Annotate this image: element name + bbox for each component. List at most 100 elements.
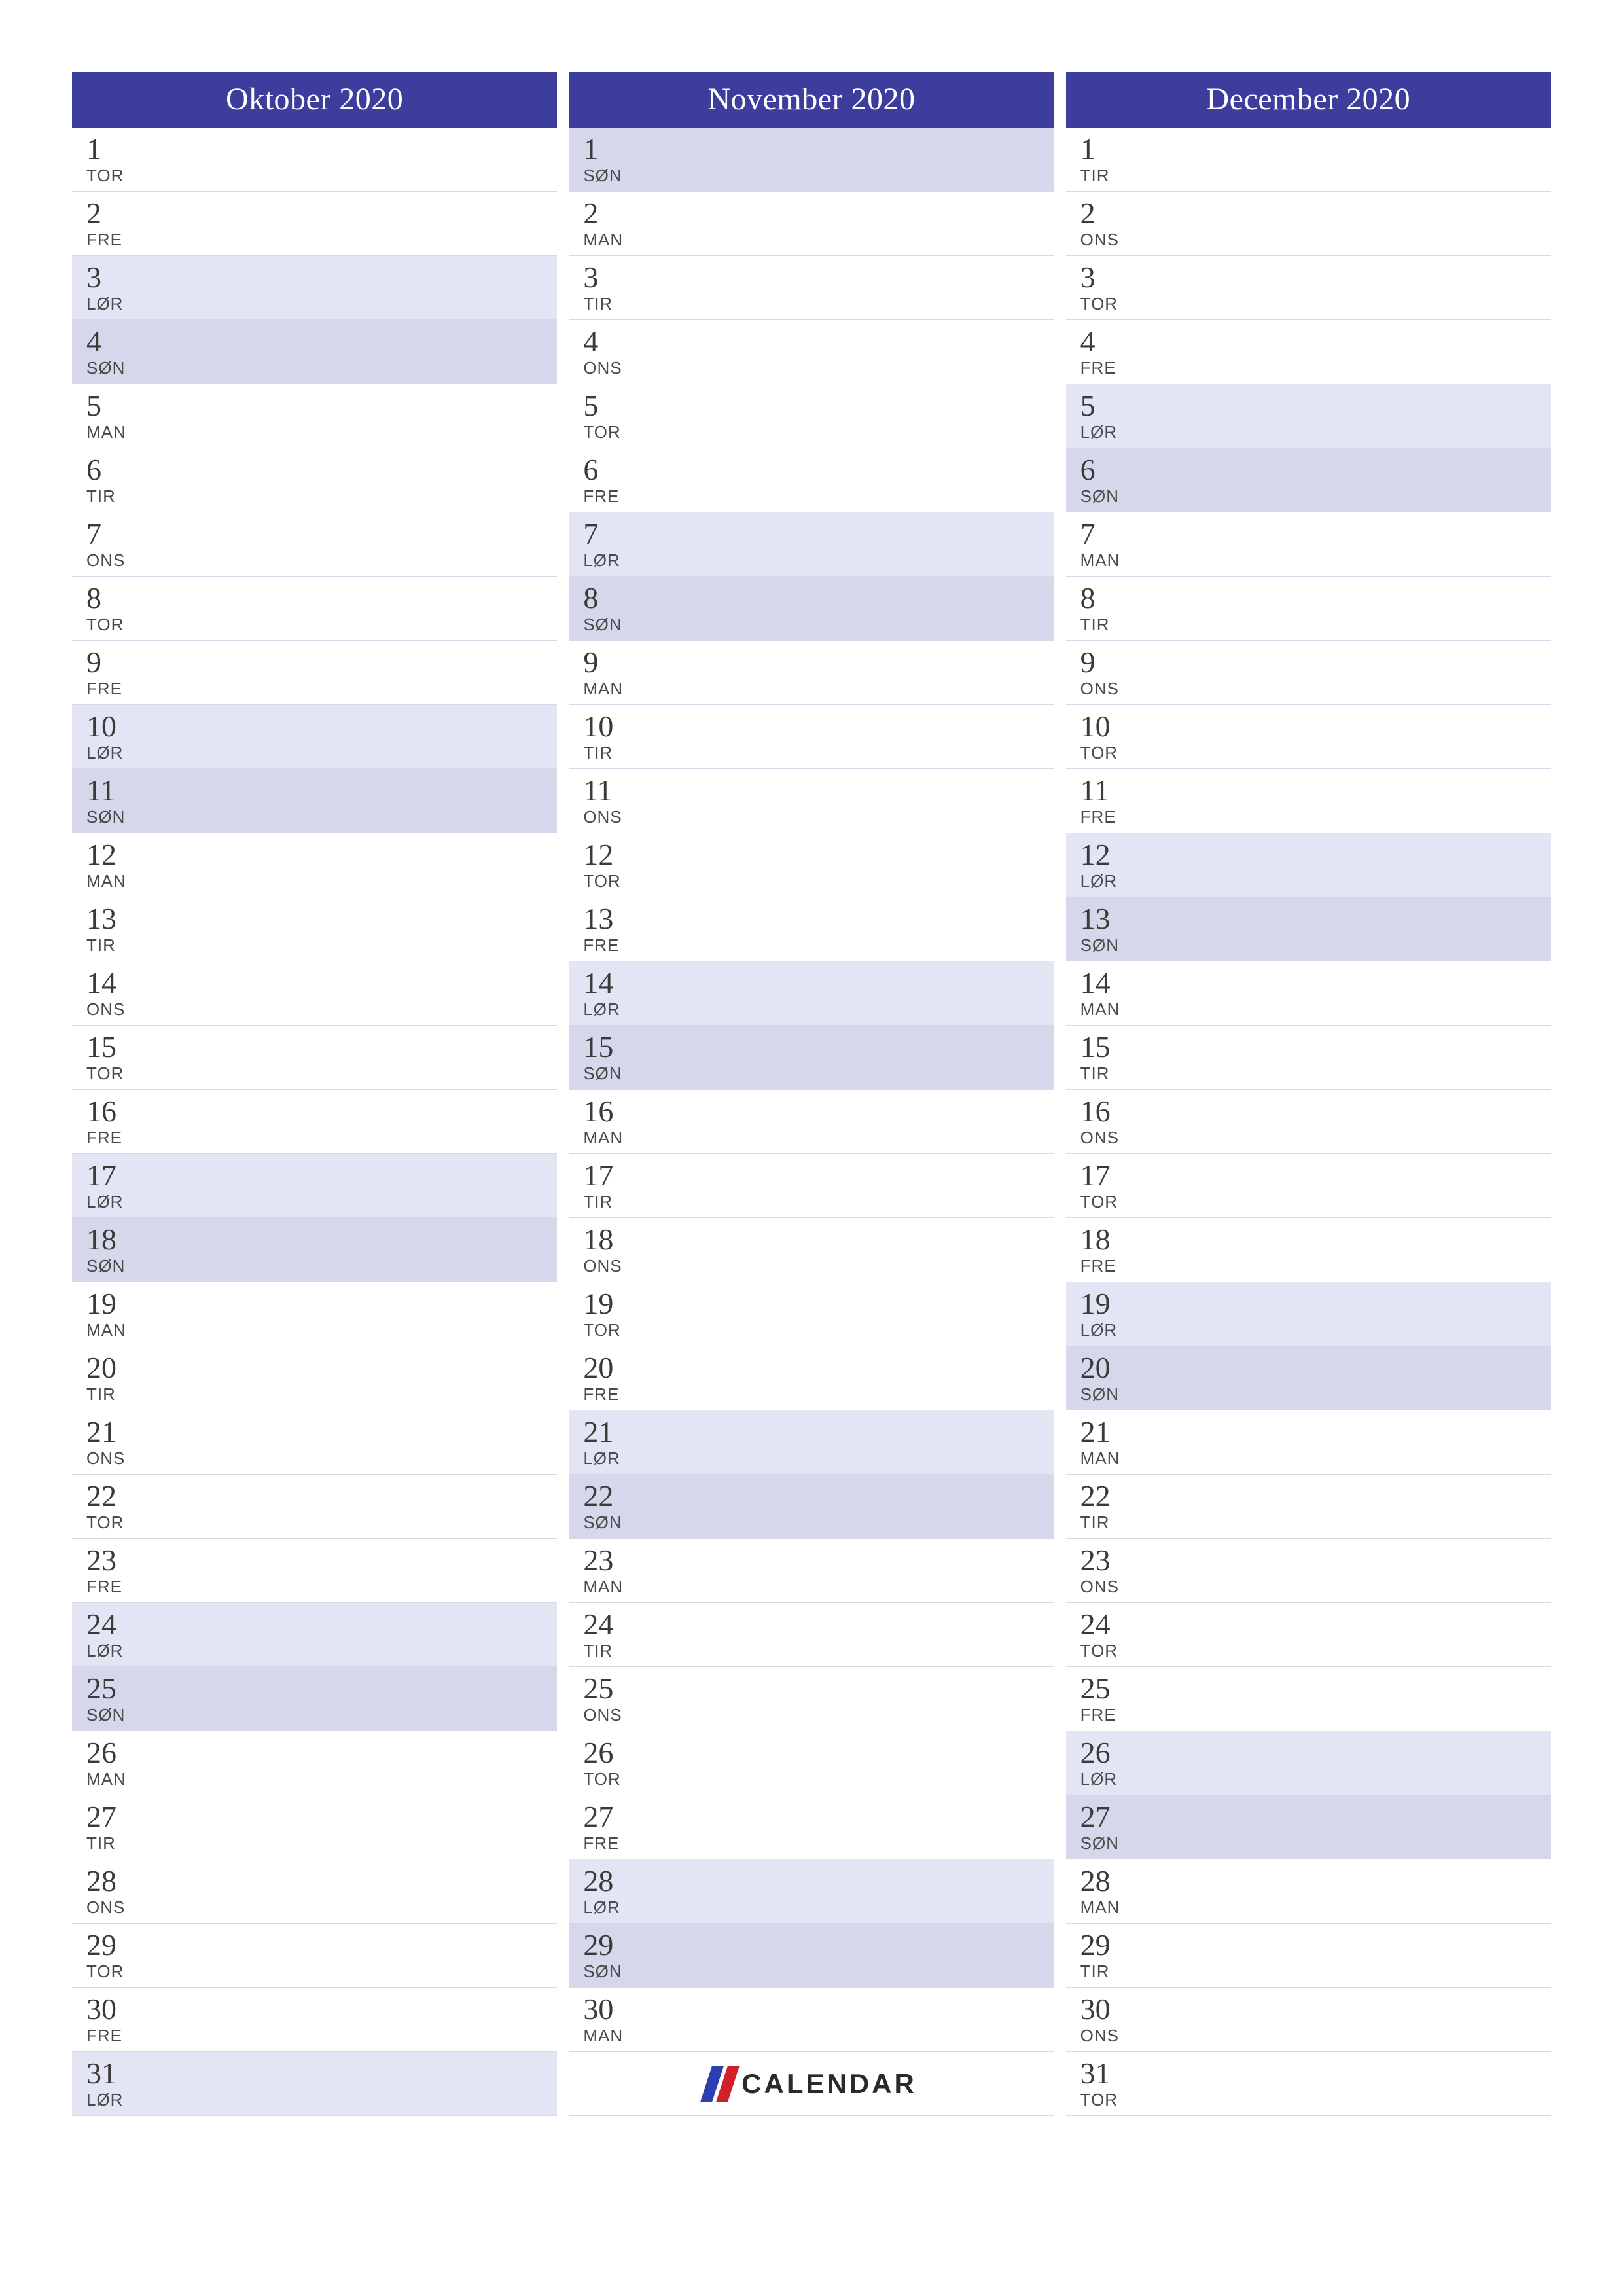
day-number: 31 — [1080, 2058, 1541, 2089]
day-abbr: FRE — [583, 1833, 1043, 1854]
day-abbr: LØR — [583, 550, 1043, 571]
day-abbr: TOR — [1080, 1641, 1541, 1661]
day-cell: 16MAN — [569, 1090, 1054, 1154]
day-number: 25 — [1080, 1674, 1541, 1704]
day-number: 29 — [1080, 1930, 1541, 1960]
day-number: 14 — [1080, 968, 1541, 998]
day-number: 18 — [583, 1225, 1043, 1255]
day-number: 24 — [583, 1609, 1043, 1640]
day-cell: 27FRE — [569, 1795, 1054, 1859]
day-abbr: FRE — [583, 935, 1043, 956]
day-abbr: SØN — [1080, 935, 1541, 956]
day-cell: 9ONS — [1066, 641, 1551, 705]
day-abbr: FRE — [1080, 358, 1541, 378]
day-cell: 14MAN — [1066, 961, 1551, 1026]
day-number: 28 — [583, 1866, 1043, 1896]
day-cell: 16FRE — [72, 1090, 557, 1154]
seven-icon — [700, 2066, 740, 2102]
day-cell: 2ONS — [1066, 192, 1551, 256]
day-number: 24 — [1080, 1609, 1541, 1640]
day-cell: 19MAN — [72, 1282, 557, 1346]
day-number: 28 — [1080, 1866, 1541, 1896]
day-number: 7 — [86, 519, 546, 549]
day-number: 25 — [583, 1674, 1043, 1704]
day-abbr: LØR — [1080, 1769, 1541, 1789]
day-abbr: LØR — [1080, 422, 1541, 442]
day-cell: 19TOR — [569, 1282, 1054, 1346]
day-cell: 18ONS — [569, 1218, 1054, 1282]
day-cell: 7MAN — [1066, 512, 1551, 577]
day-abbr: FRE — [86, 230, 546, 250]
day-abbr: TIR — [1080, 166, 1541, 186]
day-cell: 31TOR — [1066, 2052, 1551, 2116]
day-cell: 10LØR — [72, 705, 557, 769]
day-number: 22 — [86, 1481, 546, 1511]
day-number: 3 — [583, 262, 1043, 293]
day-abbr: TOR — [86, 166, 546, 186]
month-header: Oktober 2020 — [72, 72, 557, 128]
day-number: 22 — [1080, 1481, 1541, 1511]
day-cell: 8TOR — [72, 577, 557, 641]
day-abbr: LØR — [86, 743, 546, 763]
day-number: 4 — [583, 327, 1043, 357]
day-abbr: TIR — [1080, 1064, 1541, 1084]
day-abbr: SØN — [583, 1064, 1043, 1084]
day-number: 12 — [86, 840, 546, 870]
day-number: 29 — [583, 1930, 1043, 1960]
day-abbr: ONS — [1080, 679, 1541, 699]
day-abbr: TIR — [583, 1641, 1043, 1661]
day-number: 30 — [1080, 1994, 1541, 2024]
day-abbr: LØR — [583, 1448, 1043, 1469]
day-cell: 2MAN — [569, 192, 1054, 256]
day-cell: 21ONS — [72, 1410, 557, 1475]
day-number: 20 — [583, 1353, 1043, 1383]
day-number: 8 — [86, 583, 546, 613]
day-abbr: MAN — [1080, 550, 1541, 571]
day-cell: 15TOR — [72, 1026, 557, 1090]
day-number: 2 — [1080, 198, 1541, 228]
day-number: 13 — [1080, 904, 1541, 934]
day-number: 19 — [1080, 1289, 1541, 1319]
day-cell: 1TOR — [72, 128, 557, 192]
day-cell: 17LØR — [72, 1154, 557, 1218]
day-abbr: ONS — [583, 358, 1043, 378]
day-cell: 21MAN — [1066, 1410, 1551, 1475]
day-number: 26 — [1080, 1738, 1541, 1768]
day-abbr: SØN — [583, 166, 1043, 186]
day-cell: 5MAN — [72, 384, 557, 448]
day-cell: 13FRE — [569, 897, 1054, 961]
day-cell: 20FRE — [569, 1346, 1054, 1410]
day-abbr: TOR — [583, 1769, 1043, 1789]
day-cell: 16ONS — [1066, 1090, 1551, 1154]
day-abbr: TIR — [86, 935, 546, 956]
day-cell: 6SØN — [1066, 448, 1551, 512]
day-cell: 22SØN — [569, 1475, 1054, 1539]
day-cell: 23FRE — [72, 1539, 557, 1603]
day-abbr: SØN — [1080, 486, 1541, 507]
day-abbr: TIR — [583, 294, 1043, 314]
day-abbr: MAN — [1080, 1897, 1541, 1918]
day-cell: 7LØR — [569, 512, 1054, 577]
day-number: 13 — [86, 904, 546, 934]
day-cell: 23MAN — [569, 1539, 1054, 1603]
day-cell: 30FRE — [72, 1988, 557, 2052]
day-abbr: TIR — [1080, 615, 1541, 635]
day-number: 10 — [86, 711, 546, 742]
day-cell: 7ONS — [72, 512, 557, 577]
day-abbr: MAN — [1080, 999, 1541, 1020]
day-abbr: TIR — [86, 1833, 546, 1854]
day-number: 8 — [1080, 583, 1541, 613]
day-abbr: ONS — [1080, 2026, 1541, 2046]
day-cell: 31LØR — [72, 2052, 557, 2116]
day-number: 27 — [86, 1802, 546, 1832]
day-number: 22 — [583, 1481, 1043, 1511]
day-abbr: ONS — [1080, 1577, 1541, 1597]
day-cell: 20SØN — [1066, 1346, 1551, 1410]
day-cell: 10TIR — [569, 705, 1054, 769]
day-abbr: SØN — [583, 1513, 1043, 1533]
day-number: 27 — [583, 1802, 1043, 1832]
day-number: 2 — [583, 198, 1043, 228]
day-number: 26 — [86, 1738, 546, 1768]
day-number: 6 — [86, 455, 546, 485]
calendar-grid: Oktober 20201TOR2FRE3LØR4SØN5MAN6TIR7ONS… — [72, 72, 1551, 2116]
